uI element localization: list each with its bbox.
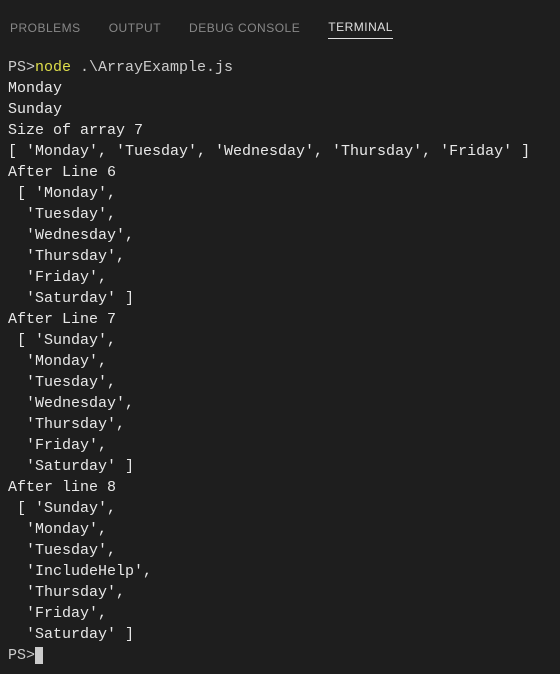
tab-problems[interactable]: PROBLEMS [10, 21, 81, 39]
prompt: PS> [8, 59, 35, 76]
output-line: 'Friday', [8, 269, 107, 286]
output-line: Size of array 7 [8, 122, 143, 139]
output-line: After line 8 [8, 479, 116, 496]
output-line: 'Friday', [8, 605, 107, 622]
tab-output[interactable]: OUTPUT [109, 21, 161, 39]
tab-debug-console[interactable]: DEBUG CONSOLE [189, 21, 300, 39]
output-line: 'Saturday' ] [8, 458, 134, 475]
output-line: 'Saturday' ] [8, 626, 134, 643]
output-line: 'Monday', [8, 353, 107, 370]
output-line: 'Monday', [8, 521, 107, 538]
tab-terminal[interactable]: TERMINAL [328, 20, 393, 39]
output-line: [ 'Sunday', [8, 332, 116, 349]
output-line: After Line 6 [8, 164, 116, 181]
output-line: [ 'Sunday', [8, 500, 116, 517]
output-line: 'Tuesday', [8, 374, 116, 391]
output-line: After Line 7 [8, 311, 116, 328]
output-line: 'Thursday', [8, 416, 125, 433]
output-line: 'Wednesday', [8, 227, 134, 244]
output-line: Monday [8, 80, 62, 97]
title-bar [0, 0, 560, 12]
prompt: PS> [8, 647, 35, 664]
cursor [35, 647, 43, 664]
terminal-body[interactable]: PS>node .\ArrayExample.js Monday Sunday … [0, 45, 560, 674]
panel-tabs: PROBLEMS OUTPUT DEBUG CONSOLE TERMINAL [0, 12, 560, 45]
command-node: node [35, 59, 71, 76]
command-arg: .\ArrayExample.js [71, 59, 233, 76]
output-line: 'Tuesday', [8, 542, 116, 559]
output-line: 'Friday', [8, 437, 107, 454]
output-line: 'Thursday', [8, 584, 125, 601]
output-line: 'Thursday', [8, 248, 125, 265]
output-line: 'IncludeHelp', [8, 563, 152, 580]
output-line: 'Saturday' ] [8, 290, 134, 307]
output-line: [ 'Monday', 'Tuesday', 'Wednesday', 'Thu… [8, 143, 530, 160]
output-line: 'Tuesday', [8, 206, 116, 223]
output-line: 'Wednesday', [8, 395, 134, 412]
output-line: Sunday [8, 101, 62, 118]
output-line: [ 'Monday', [8, 185, 116, 202]
